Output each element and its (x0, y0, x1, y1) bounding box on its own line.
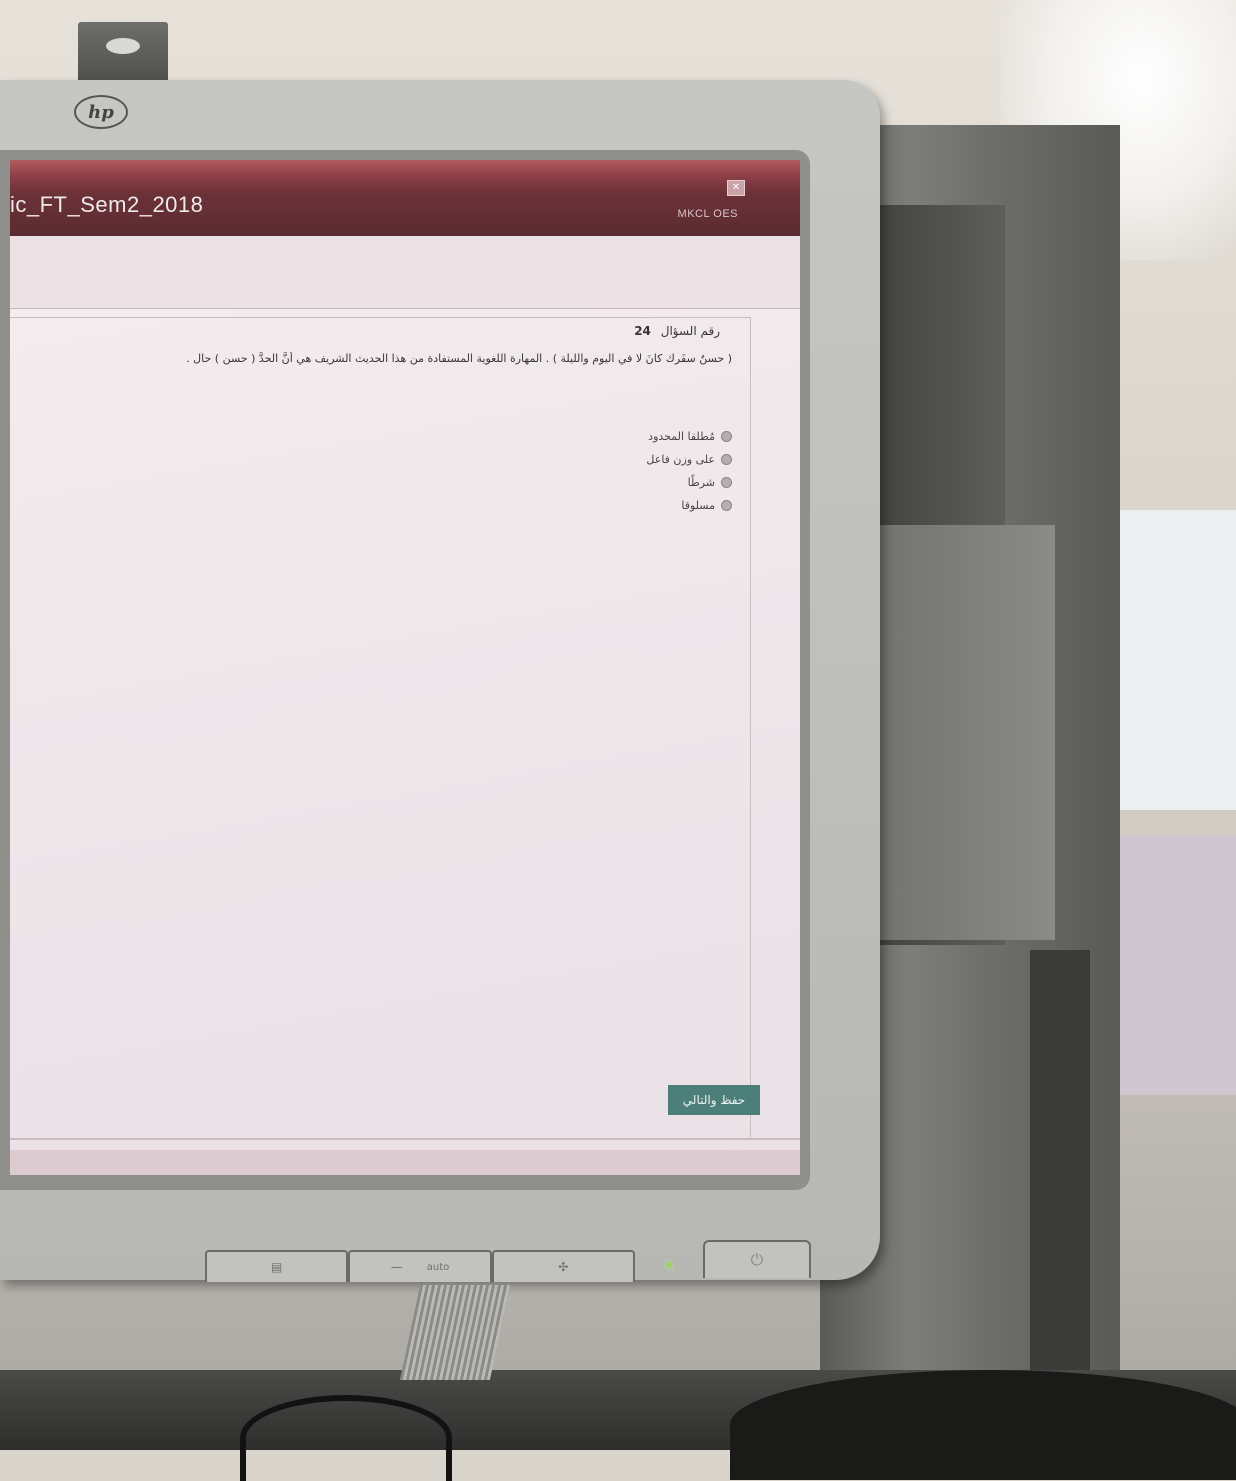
close-icon[interactable]: ✕ (727, 180, 745, 196)
question-panel (10, 317, 751, 1138)
answer-option-label: مسلوقا (681, 499, 715, 512)
footer-band (10, 1150, 800, 1175)
exam-title: ic_FT_Sem2_2018 (10, 192, 204, 217)
menu-icon: ▤ (270, 1260, 283, 1274)
exam-titlebar: ic_FT_Sem2_2018 MKCL OES ✕ (10, 160, 800, 236)
cable (240, 1395, 452, 1481)
minus-icon: — (390, 1260, 403, 1274)
question-text: ( حسنٌ سفَرك كانَ لا في اليوم والليلة ) … (186, 352, 732, 365)
wall-panel (1100, 835, 1236, 1095)
hp-logo: hp (74, 95, 128, 129)
answer-options: مُطلقا المحدود على وزن فاعل شرطًا مسلوقا (646, 425, 732, 517)
answer-option[interactable]: على وزن فاعل (646, 448, 732, 471)
radio-button[interactable] (721, 477, 732, 488)
cabinet-door (850, 525, 1055, 940)
menu-button[interactable]: ▤ (205, 1250, 349, 1282)
mouse-pad (730, 1370, 1236, 1480)
power-icon: ⏻ (750, 1250, 764, 1269)
minus-auto-button[interactable]: — auto (348, 1250, 492, 1282)
question-number-label: رقم السؤال (660, 324, 720, 338)
answer-option[interactable]: مسلوقا (646, 494, 732, 517)
answer-option-label: على وزن فاعل (646, 453, 715, 466)
cabinet-lower (1030, 950, 1090, 1370)
power-button[interactable]: ⏻ (703, 1240, 811, 1278)
radio-button[interactable] (721, 500, 732, 511)
input-button[interactable]: ✣ (491, 1250, 635, 1282)
question-number: رقم السؤال 24 (634, 324, 720, 338)
auto-label: auto (426, 1261, 450, 1273)
answer-option[interactable]: مُطلقا المحدود (646, 425, 732, 448)
footer-divider (10, 1138, 800, 1140)
answer-option-label: مُطلقا المحدود (648, 430, 715, 443)
brand-label: MKCL OES (677, 208, 738, 220)
answer-option-label: شرطًا (687, 476, 715, 489)
input-icon: ✣ (558, 1260, 569, 1274)
question-number-value: 24 (634, 324, 651, 338)
save-and-next-button[interactable]: حفظ والتالي (668, 1085, 760, 1115)
power-led-indicator (666, 1262, 672, 1268)
radio-button[interactable] (721, 431, 732, 442)
header-band (10, 236, 800, 309)
answer-option[interactable]: شرطًا (646, 471, 732, 494)
radio-button[interactable] (721, 454, 732, 465)
monitor-screen: ic_FT_Sem2_2018 MKCL OES ✕ رقم السؤال 24… (10, 160, 800, 1175)
monitor-controls: ▤ — auto ✣ (205, 1250, 635, 1282)
